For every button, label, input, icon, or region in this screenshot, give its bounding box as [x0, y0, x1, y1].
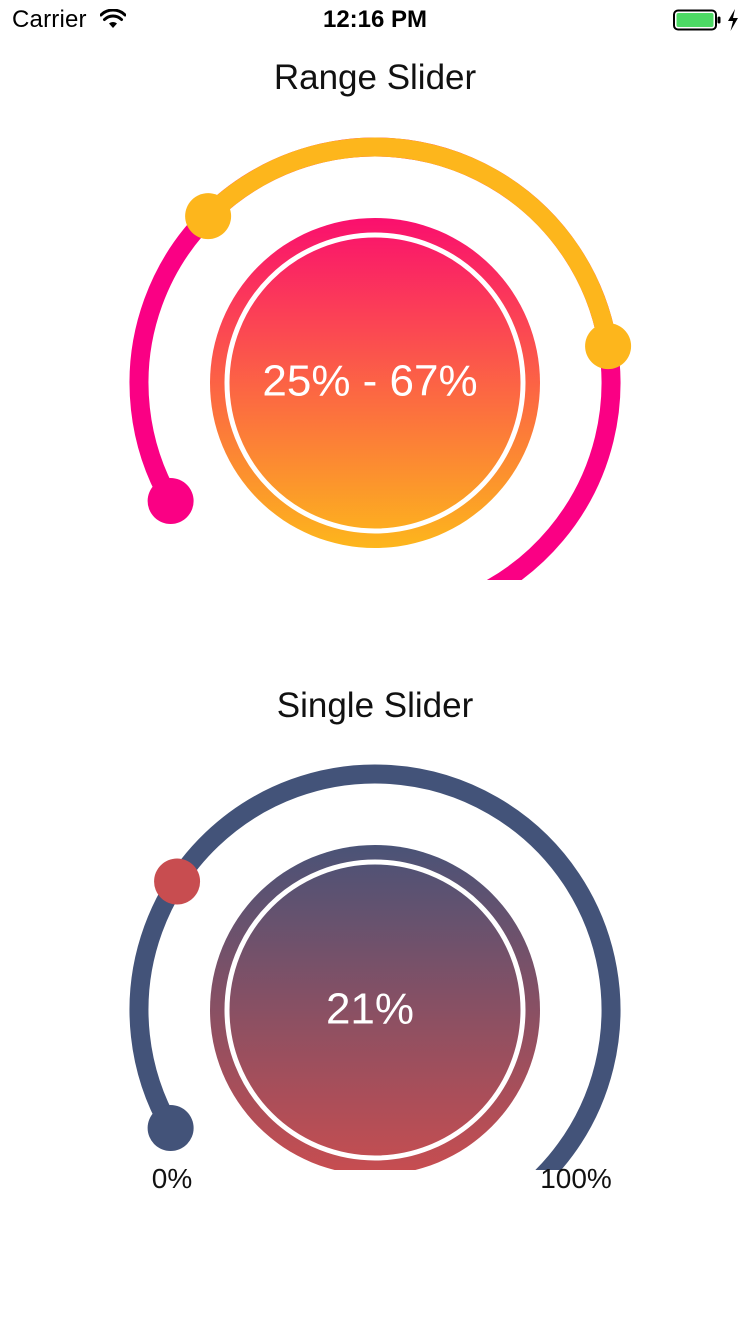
- range-value-text: 25% - 67%: [262, 357, 477, 406]
- range-slider-lower-handle[interactable]: [185, 193, 232, 240]
- single-slider-start-endpoint: [147, 1105, 194, 1151]
- battery-icon: [673, 9, 721, 38]
- single-slider-title: Single Slider: [276, 686, 474, 725]
- range-slider-title: Range Slider: [273, 58, 477, 97]
- range-slider-upper-handle[interactable]: [585, 323, 632, 370]
- single-slider-handle[interactable]: [154, 858, 201, 905]
- single-slider-max-label: 100%: [540, 1163, 612, 1194]
- charging-bolt-icon: [726, 8, 740, 37]
- range-slider-start-endpoint: [147, 478, 194, 524]
- range-slider[interactable]: 25% - 67%: [0, 120, 750, 580]
- single-value-text: 21%: [326, 985, 414, 1034]
- status-bar: Carrier 12:16 PM: [0, 0, 750, 40]
- status-time: 12:16 PM: [322, 6, 428, 33]
- single-slider[interactable]: 21%: [0, 750, 750, 1170]
- single-slider-min-label: 0%: [151, 1163, 193, 1194]
